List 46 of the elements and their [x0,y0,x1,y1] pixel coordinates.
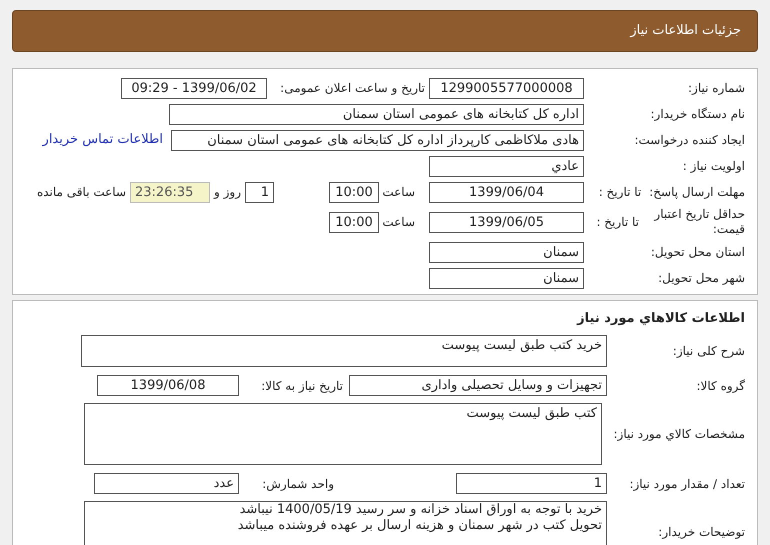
field-label: واحد شمارش: [261,476,335,492]
unit-field: عدد [94,473,239,494]
remaining-time-field: 23:26:35 [130,182,210,202]
province-field: سمنان [429,242,584,262]
field-label: توضیحات خریدار: [657,524,745,540]
priority-field: عادي [429,156,584,176]
deadline-time-field: 10:00 [329,182,379,202]
field-label: تا تاریخ : [598,184,642,201]
quantity-field: 1 [456,473,607,494]
field-label: مشخصات کالاي مورد نياز: [612,426,745,442]
goods-group-field: تجهیزات و وسایل تحصیلی واداری [349,375,607,396]
field-label: شرح کلی نیاز: [672,342,745,360]
requester-field: هادی ملاکاظمی کارپرداز اداره کل کتابخانه های عمومی استان سمنان [171,130,584,150]
days-field: 1 [245,182,274,202]
announce-date-field: 1399/06/02 - 09:29 [121,78,267,98]
field-label: تاریخ نیاز به کالا: [260,378,344,394]
page-title: جزئیات اطلاعات نیاز [630,22,741,40]
field-label: حداقل تاریخ اعتبار قیمت: [652,207,745,237]
field-label: نام دستگاه خریدار: [650,106,745,123]
field-label: شماره نیاز: [687,80,745,97]
field-label: تا تاریخ : [596,214,639,231]
notes-line: خرید با توجه به اوراق اسناد خزانه و سر رسید 1400/05/19 نیباشد [238,502,602,518]
field-label: ساعت باقی مانده [36,184,127,201]
field-label: گروه کالا: [696,378,745,394]
buyer-org-field: اداره کل کتابخانه های عمومی استان سمنان [169,104,584,124]
need-date-field: 1399/06/08 [97,375,239,396]
buyer-contact-link[interactable]: اطلاعات تماس خریدار [42,130,163,150]
specs-field: کتب طبق لیست پیوست [84,402,602,464]
field-label: تاریخ و ساعت اعلان عمومی: [279,80,426,97]
field-label: ساعت [381,214,416,231]
field-label: تعداد / مقدار مورد نیاز: [628,476,745,492]
validity-date-field: 1399/06/05 [429,212,584,232]
field-label: شهر محل تحویل: [657,270,745,287]
city-field: سمنان [429,268,584,288]
field-label: ساعت [381,184,416,201]
field-label: ایجاد کننده درخواست: [633,132,745,149]
notes-line: تحویل کتب در شهر سمنان و هزینه ارسال بر عهده فروشنده میباشد [236,518,602,534]
field-label: مهلت ارسال پاسخ: [649,184,745,201]
validity-time-field: 10:00 [329,212,379,232]
deadline-date-field: 1399/06/04 [429,182,584,202]
summary-field: خرید کتب طبق لیست پیوست [81,334,607,366]
field-label: روز و [212,184,242,201]
field-label: اولویت نیاز : [682,158,745,175]
field-label: استان محل تحویل: [650,244,745,261]
need-number-field: 1299005577000008 [429,78,584,98]
section-title: اطلاعات کالاهاي مورد نياز [576,310,745,328]
